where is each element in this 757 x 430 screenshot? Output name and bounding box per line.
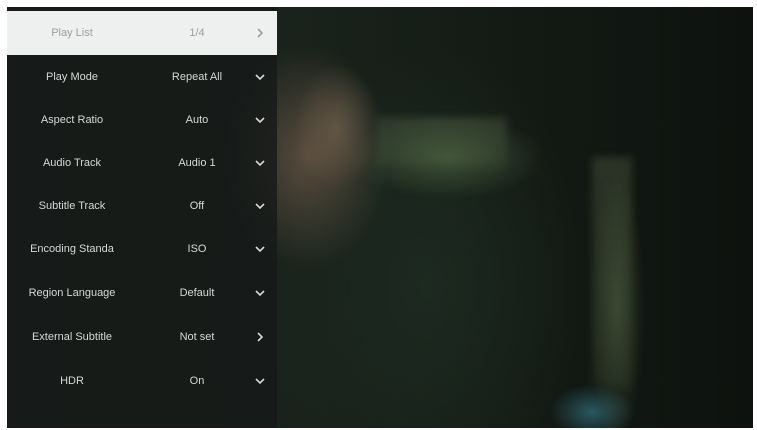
playback-settings-menu: Play List 1/4 Play Mode Repeat All Aspec…: [7, 7, 277, 428]
menu-item-label: Subtitle Track: [38, 200, 106, 212]
menu-item-label: External Subtitle: [31, 331, 113, 343]
menu-item-audio-track[interactable]: Audio Track Audio 1: [7, 141, 277, 185]
chevron-down-icon: [250, 110, 270, 130]
menu-item-value: Audio 1: [178, 157, 216, 169]
menu-item-value: 1/4: [189, 27, 205, 39]
menu-item-aspect-ratio[interactable]: Aspect Ratio Auto: [7, 98, 277, 142]
menu-item-value: Default: [179, 287, 215, 299]
menu-item-label: Play Mode: [46, 71, 98, 83]
tv-screen: Play List 1/4 Play Mode Repeat All Aspec…: [7, 7, 753, 428]
menu-item-encoding-standard[interactable]: Encoding Standa ISO: [7, 227, 277, 271]
menu-item-play-list[interactable]: Play List 1/4: [7, 11, 277, 55]
video-background-pillar: [592, 157, 632, 387]
menu-item-subtitle-track[interactable]: Subtitle Track Off: [7, 184, 277, 228]
chevron-right-icon: [250, 327, 270, 347]
menu-item-label: Play List: [51, 27, 93, 39]
menu-item-value: Off: [189, 200, 205, 212]
menu-item-value: Not set: [179, 331, 215, 343]
chevron-down-icon: [250, 196, 270, 216]
menu-item-value: On: [189, 375, 205, 387]
menu-item-value: Auto: [185, 114, 209, 126]
chevron-right-icon: [250, 23, 270, 43]
menu-item-value: ISO: [187, 243, 207, 255]
menu-item-label: Encoding Standa: [30, 243, 114, 255]
menu-item-label: Region Language: [28, 287, 116, 299]
video-background-pillar: [377, 117, 507, 167]
menu-item-label: HDR: [60, 375, 84, 387]
menu-item-external-subtitle[interactable]: External Subtitle Not set: [7, 315, 277, 359]
menu-item-hdr[interactable]: HDR On: [7, 359, 277, 403]
menu-item-play-mode[interactable]: Play Mode Repeat All: [7, 55, 277, 99]
chevron-down-icon: [250, 67, 270, 87]
chevron-down-icon: [250, 283, 270, 303]
chevron-down-icon: [250, 239, 270, 259]
menu-item-region-language[interactable]: Region Language Default: [7, 271, 277, 315]
chevron-down-icon: [250, 371, 270, 391]
chevron-down-icon: [250, 153, 270, 173]
menu-item-label: Aspect Ratio: [40, 114, 104, 126]
menu-item-label: Audio Track: [42, 157, 102, 169]
menu-item-value: Repeat All: [171, 71, 223, 83]
